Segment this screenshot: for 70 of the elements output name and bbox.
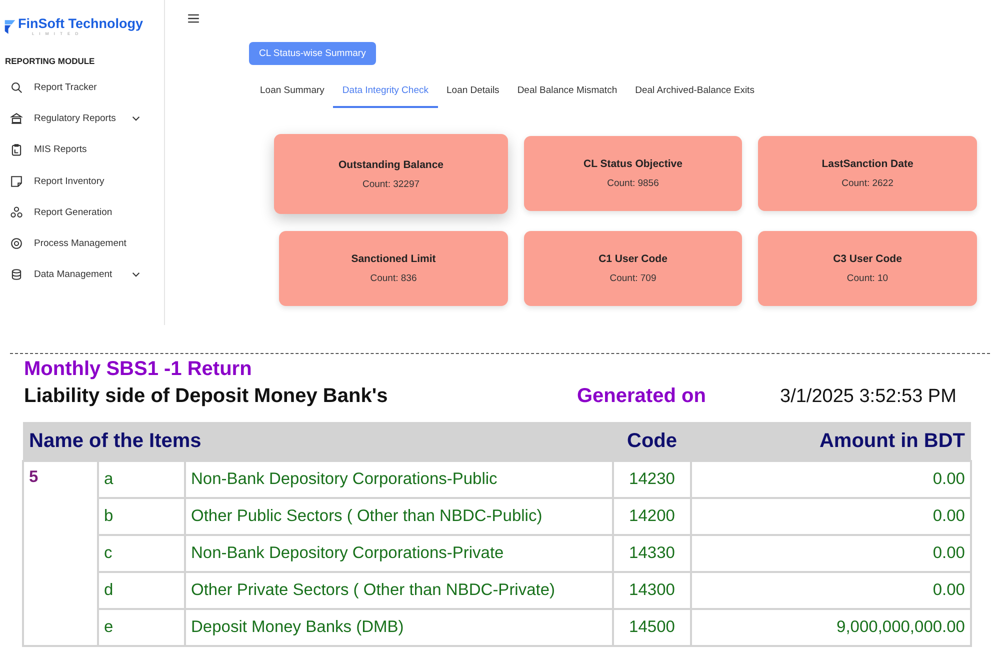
sidebar-item[interactable]: Process Management [0,228,164,260]
column-header: Name of the Items [23,422,613,461]
item-amount: 9,000,000,000.00 [691,609,971,646]
card-count: Count: 836 [370,273,417,284]
bank-icon [10,112,23,126]
sidebar-item[interactable]: Report Tracker [0,72,164,104]
item-amount: 0.00 [691,572,971,609]
item-amount: 0.00 [691,498,971,535]
section-heading: REPORTING MODULE [5,56,96,66]
search-icon [10,81,23,94]
column-header: Amount in BDT [691,422,971,461]
sidebar-item[interactable]: Report Generation [0,196,164,228]
item-amount: 0.00 [691,535,971,572]
card-count: Count: 32297 [362,178,420,190]
chevron-down-icon [132,272,140,278]
report-subtitle: Liability side of Deposit Money Bank's [24,385,389,408]
count-card[interactable]: CL Status Objective Count: 9856 [524,136,742,211]
menu-icon[interactable] [188,14,199,23]
card-count: Count: 2622 [842,178,894,189]
item-amount: 0.00 [691,461,971,498]
item-letter: a [98,461,185,498]
item-name: Non-Bank Depository Corporations-Private [185,535,613,572]
database-icon [10,268,23,282]
generated-label: Generated on [577,385,707,408]
tab[interactable]: Deal Archived-Balance Exits [626,77,764,108]
chevron-down-icon [132,116,140,122]
item-code: 14500 [613,609,691,646]
card-title: C1 User Code [598,253,668,265]
clipboard-icon [10,143,23,156]
logo-icon [4,19,16,35]
card-title: CL Status Objective [583,158,682,170]
brand-name: FinSoft Technology [18,16,143,31]
item-name: Other Public Sectors ( Other than NBDC-Public) [185,498,613,535]
tab[interactable]: Data Integrity Check [333,77,438,108]
generated-date: 3/1/2025 3:52:53 PM [780,386,956,408]
tab[interactable]: Deal Balance Mismatch [508,77,626,108]
count-card[interactable]: Outstanding Balance Count: 32297 [274,134,508,214]
card-count: Count: 10 [846,273,888,284]
item-letter: d [98,572,185,609]
item-code: 14300 [613,572,691,609]
item-letter: c [98,535,185,572]
item-name: Other Private Sectors ( Other than NBDC-Private) [185,572,613,609]
column-header: Code [613,422,691,461]
item-code: 14230 [613,461,691,498]
sidebar-item[interactable]: Report Inventory [0,166,164,197]
sidebar-item[interactable]: MIS Reports [0,134,164,166]
card-title: Sanctioned Limit [351,253,436,265]
item-letter: e [98,609,185,646]
item-name: Non-Bank Depository Corporations-Public [185,461,613,498]
report-title: Monthly SBS1 -1 Return [23,358,253,381]
item-code: 14200 [613,498,691,535]
sidebar-item[interactable]: Data Management [0,259,164,290]
note-icon [10,174,23,188]
card-count: Count: 709 [610,273,656,284]
item-letter: b [98,498,185,535]
card-title: LastSanction Date [822,158,914,170]
nodes-icon [10,206,23,219]
card-title: C3 User Code [833,253,902,265]
tab[interactable]: Loan Summary [251,77,334,108]
item-code: 14330 [613,535,691,572]
sidebar-item[interactable]: Regulatory Reports [0,103,164,134]
item-name: Deposit Money Banks (DMB) [185,609,613,646]
count-card[interactable]: C3 User Code Count: 10 [758,231,977,306]
card-title: Outstanding Balance [338,158,444,170]
tab[interactable]: Loan Details [438,77,508,108]
group-number: 5 [23,461,98,646]
count-card[interactable]: C1 User Code Count: 709 [524,231,742,306]
count-card[interactable]: LastSanction Date Count: 2622 [758,136,977,211]
count-card[interactable]: Sanctioned Limit Count: 836 [279,231,508,306]
card-count: Count: 9856 [607,178,659,189]
